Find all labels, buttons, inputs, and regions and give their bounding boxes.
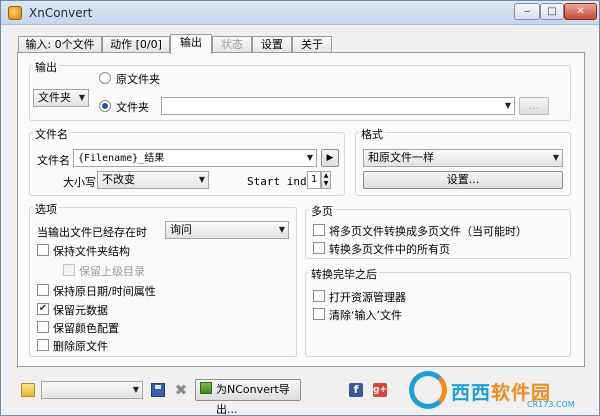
tab-input[interactable]: 输入: 0个文件 [18, 36, 102, 53]
all-pages-checkbox[interactable] [313, 242, 325, 254]
delete-original-checkbox[interactable] [37, 339, 49, 351]
tab-actions[interactable]: 动作 [0/0] [102, 36, 170, 53]
folder-icon[interactable] [21, 383, 35, 397]
open-explorer-checkbox[interactable] [313, 290, 325, 302]
output-type-select[interactable]: 文件夹 ▼ [33, 89, 89, 107]
watermark-logo-icon [409, 371, 447, 409]
site-watermark: 西西软件园 CR173.COM [409, 369, 597, 413]
export-nconvert-button[interactable]: 为NConvert导出... [195, 379, 301, 416]
tab-settings[interactable]: 设置 [252, 36, 292, 53]
radio-original-folder-label: 原文件夹 [116, 73, 160, 86]
spin-up-icon: ▲ [323, 172, 329, 179]
chevron-down-icon: ▼ [552, 153, 559, 162]
play-arrow-icon: ▶ [326, 153, 334, 163]
after-conversion-group-label: 转换完毕之后 [309, 266, 379, 282]
radio-folder[interactable] [99, 100, 111, 112]
title-bar[interactable]: XnConvert ‒ □ ✕ [1, 1, 599, 25]
open-explorer-label: 打开资源管理器 [329, 291, 406, 304]
clear-input-label: 清除‘输入’文件 [329, 309, 402, 322]
tab-status[interactable]: 状态 [212, 36, 252, 53]
output-group-label: 输出 [33, 59, 59, 75]
export-icon [200, 382, 212, 394]
tab-output[interactable]: 输出 [170, 34, 212, 54]
format-select[interactable]: 和原文件一样 ▼ [363, 149, 563, 167]
chevron-down-icon: ▼ [132, 385, 139, 394]
chevron-down-icon: ▼ [198, 175, 205, 184]
watermark-url: CR173.COM [527, 400, 575, 409]
export-nconvert-label: 为NConvert导出... [216, 383, 290, 416]
chevron-down-icon: ▼ [504, 101, 511, 110]
preset-select[interactable]: ▼ [41, 381, 143, 399]
output-type-value: 文件夹 [38, 91, 71, 104]
keep-metadata-label: 保留元数据 [53, 304, 108, 317]
app-window: XnConvert ‒ □ ✕ 输入: 0个文件 动作 [0/0] 输出 状态 … [0, 0, 600, 416]
case-select[interactable]: 不改变 ▼ [97, 171, 209, 189]
format-settings-button[interactable]: 设置... [363, 171, 563, 189]
all-pages-label: 转换多页文件中的所有页 [329, 243, 450, 256]
format-value: 和原文件一样 [368, 151, 434, 164]
xnconvert-logo-icon [8, 6, 22, 20]
spin-down-icon: ▼ [323, 180, 329, 187]
format-group-label: 格式 [359, 126, 385, 142]
keep-color-profile-label: 保留颜色配置 [53, 322, 119, 335]
radio-original-folder[interactable] [99, 72, 111, 84]
chevron-down-icon: ▼ [278, 225, 285, 234]
to-multipage-label: 将多页文件转换成多页文件（当可能时） [329, 225, 527, 238]
start-index-spinner[interactable]: ▲ ▼ [321, 171, 331, 189]
keep-folder-structure-label: 保持文件夹结构 [53, 245, 130, 258]
keep-folder-structure-checkbox[interactable] [37, 244, 49, 256]
file-exists-label: 当输出文件已经存在时 [37, 226, 147, 239]
file-exists-value: 询问 [170, 223, 192, 236]
file-exists-select[interactable]: 询问 ▼ [165, 221, 289, 239]
check-icon: ✔ [38, 303, 48, 314]
keep-parent-dir-label: 保留上级目录 [79, 265, 145, 278]
filename-pattern-value: {Filename}_结果 [78, 153, 165, 164]
chevron-down-icon: ▼ [78, 93, 85, 102]
case-value: 不改变 [102, 173, 135, 186]
keep-metadata-checkbox[interactable]: ✔ [37, 303, 49, 315]
keep-datetime-checkbox[interactable] [37, 284, 49, 296]
filename-label: 文件名 [37, 154, 70, 167]
keep-datetime-label: 保持原日期/时间属性 [53, 285, 156, 298]
filename-group-label: 文件名 [33, 126, 70, 142]
close-button[interactable]: ✕ [564, 3, 597, 20]
multipage-group-label: 多页 [309, 203, 335, 219]
filename-pattern-combo[interactable]: {Filename}_结果 ▼ [73, 149, 317, 167]
case-label: 大小写 [63, 176, 96, 189]
keep-parent-dir-checkbox[interactable] [63, 264, 75, 276]
delete-preset-icon[interactable]: ✖ [174, 383, 188, 398]
facebook-icon[interactable]: f [349, 383, 363, 397]
start-index-input[interactable]: 1 [307, 171, 321, 189]
filename-insert-button[interactable]: ▶ [321, 149, 339, 167]
keep-color-profile-checkbox[interactable] [37, 321, 49, 333]
options-group-label: 选项 [33, 201, 59, 217]
to-multipage-checkbox[interactable] [313, 224, 325, 236]
browse-folder-button[interactable]: ... [519, 97, 549, 115]
google-plus-icon[interactable]: g+ [373, 383, 387, 397]
maximize-button[interactable]: □ [540, 3, 564, 20]
minimize-button[interactable]: ‒ [514, 3, 540, 20]
tab-about[interactable]: 关于 [292, 36, 332, 53]
watermark-text-a: 西西 [451, 382, 492, 404]
chevron-down-icon: ▼ [306, 153, 313, 162]
delete-original-label: 删除原文件 [53, 340, 108, 353]
clear-input-checkbox[interactable] [313, 308, 325, 320]
folder-path-combo[interactable]: ▼ [161, 97, 515, 115]
save-preset-icon[interactable] [151, 383, 165, 397]
radio-folder-label: 文件夹 [116, 101, 149, 114]
window-title: XnConvert [29, 6, 93, 20]
